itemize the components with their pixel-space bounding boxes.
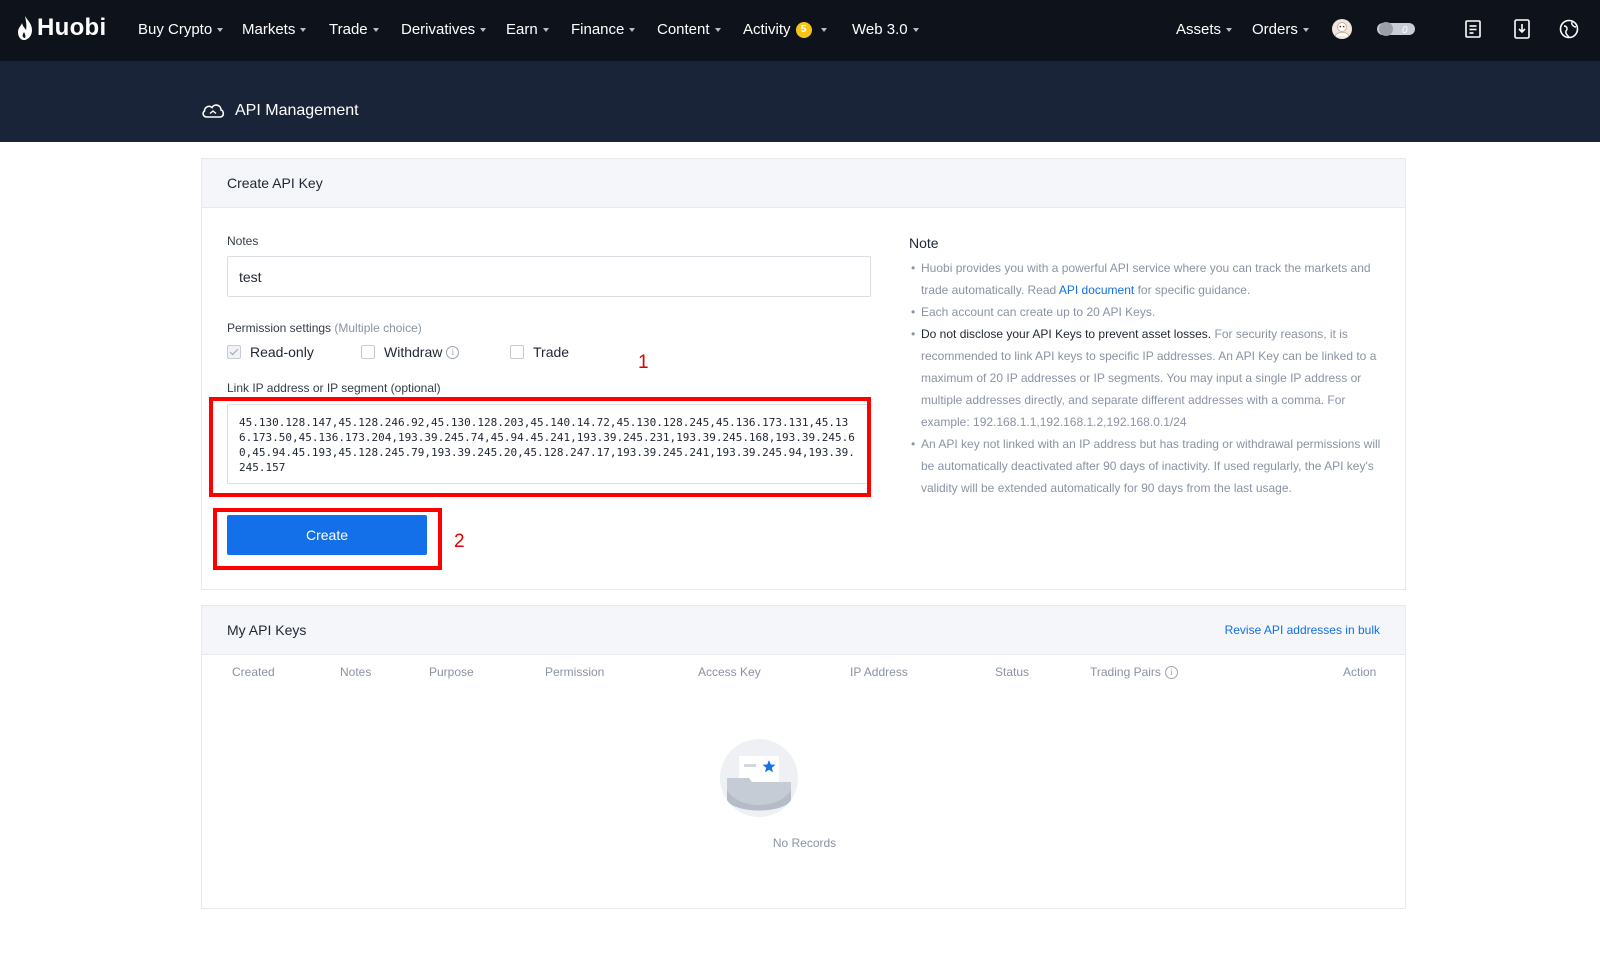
- permission-label-trade: Trade: [533, 344, 570, 360]
- note-item: An API key not linked with an IP address…: [909, 433, 1384, 499]
- note-text: For security reasons, it is recommended …: [921, 327, 1377, 429]
- caret-down-icon: [480, 28, 487, 32]
- checkbox[interactable]: [361, 345, 375, 359]
- column-created: Created: [232, 665, 275, 679]
- nav-assets[interactable]: Assets: [1176, 21, 1233, 38]
- activity-badge: 5: [795, 21, 812, 38]
- nav-label: Orders: [1252, 21, 1298, 38]
- note-item: Do not disclose your API Keys to prevent…: [909, 323, 1384, 433]
- note-warning: Do not disclose your API Keys to prevent…: [921, 327, 1212, 341]
- cloud-icon: [202, 104, 225, 118]
- permission-label-withdraw: Withdraw: [384, 344, 443, 360]
- nav-activity[interactable]: Activity 5: [743, 21, 827, 38]
- brand-name: Huobi: [37, 14, 107, 41]
- note-item: Each account can create up to 20 API Key…: [909, 301, 1384, 323]
- caret-down-icon: [300, 28, 307, 32]
- permission-label: Permission settings (Multiple choice): [227, 321, 422, 335]
- permission-label-read-only: Read-only: [250, 344, 314, 360]
- nav-trade[interactable]: Trade: [329, 21, 379, 38]
- top-navigation: Huobi Buy Crypto Markets Trade Derivativ…: [0, 0, 1600, 61]
- nav-label: Earn: [506, 21, 538, 38]
- nav-label: Finance: [571, 21, 625, 38]
- column-trading-pairs: Trading Pairs i: [1090, 665, 1178, 679]
- orders-list-icon[interactable]: [1462, 18, 1484, 40]
- permission-withdraw[interactable]: Withdraw i: [361, 344, 460, 360]
- ip-label: Link IP address or IP segment (optional): [227, 381, 441, 395]
- caret-down-icon: [1226, 28, 1233, 32]
- avatar-icon[interactable]: [1331, 18, 1353, 40]
- nav-markets[interactable]: Markets: [242, 21, 307, 38]
- nav-derivatives[interactable]: Derivatives: [401, 21, 487, 38]
- permission-read-only[interactable]: Read-only: [227, 344, 314, 360]
- page-title: API Management: [201, 102, 359, 120]
- annotation-number-2: 2: [454, 531, 465, 552]
- empty-folder-icon: [720, 739, 798, 817]
- permission-label-text: Permission settings: [227, 321, 332, 335]
- column-notes: Notes: [340, 665, 372, 679]
- language-icon[interactable]: [1558, 18, 1580, 40]
- nav-web3[interactable]: Web 3.0: [852, 21, 919, 38]
- caret-down-icon: [629, 28, 636, 32]
- caret-down-icon: [714, 28, 721, 32]
- nav-label: Buy Crypto: [138, 21, 213, 38]
- permission-trade[interactable]: Trade: [510, 344, 569, 360]
- notes-label: Notes: [227, 234, 259, 248]
- column-ip-address: IP Address: [850, 665, 908, 679]
- api-document-link[interactable]: API document: [1059, 283, 1134, 297]
- notes-input[interactable]: [227, 256, 871, 297]
- caret-down-icon: [217, 28, 224, 32]
- note-item: Huobi provides you with a powerful API s…: [909, 257, 1384, 301]
- nav-buy-crypto[interactable]: Buy Crypto: [138, 21, 224, 38]
- nav-content[interactable]: Content: [657, 21, 721, 38]
- my-api-keys-card: My API Keys Revise API addresses in bulk…: [201, 605, 1406, 909]
- flame-logo-icon: [18, 16, 32, 40]
- card-header: Create API Key: [202, 159, 1405, 208]
- column-action: Action: [1343, 665, 1377, 679]
- ip-address-textarea[interactable]: 45.130.128.147,45.128.246.92,45.130.128.…: [227, 404, 871, 484]
- info-icon[interactable]: i: [1164, 665, 1178, 679]
- create-api-key-card: Create API Key Notes Permission settings…: [201, 158, 1406, 590]
- empty-state-text: No Records: [772, 836, 837, 850]
- caret-down-icon: [372, 28, 379, 32]
- nav-label: Web 3.0: [852, 21, 908, 38]
- toggle-value: 0: [1402, 25, 1408, 36]
- annotation-number-1: 1: [638, 352, 649, 373]
- nav-finance[interactable]: Finance: [571, 21, 636, 38]
- nav-label: Trade: [329, 21, 368, 38]
- checkbox-checked[interactable]: [227, 345, 241, 359]
- page-banner: API Management: [0, 61, 1600, 142]
- note-title: Note: [909, 235, 939, 251]
- nav-label: Derivatives: [401, 21, 476, 38]
- caret-down-icon: [1302, 28, 1309, 32]
- column-label: Trading Pairs: [1090, 665, 1161, 679]
- note-text: for specific guidance.: [1134, 283, 1251, 297]
- nav-earn[interactable]: Earn: [506, 21, 549, 38]
- info-icon[interactable]: i: [446, 345, 460, 359]
- page-title-text: API Management: [235, 102, 359, 119]
- caret-down-icon: [820, 28, 827, 32]
- nav-label: Assets: [1176, 21, 1222, 38]
- column-access-key: Access Key: [698, 665, 761, 679]
- download-icon[interactable]: [1511, 18, 1533, 40]
- note-list: Huobi provides you with a powerful API s…: [909, 257, 1384, 499]
- column-permission: Permission: [545, 665, 605, 679]
- column-purpose: Purpose: [429, 665, 474, 679]
- create-button[interactable]: Create: [227, 515, 427, 555]
- nav-label: Markets: [242, 21, 296, 38]
- huobi-logo[interactable]: Huobi: [16, 14, 106, 42]
- column-status: Status: [995, 665, 1030, 679]
- nav-orders[interactable]: Orders: [1252, 21, 1309, 38]
- caret-down-icon: [542, 28, 549, 32]
- checkbox[interactable]: [510, 345, 524, 359]
- revise-ip-bulk-link[interactable]: Revise API addresses in bulk: [1225, 623, 1380, 637]
- nav-label: Activity: [743, 21, 791, 38]
- toggle-icon[interactable]: 0: [1376, 18, 1416, 40]
- caret-down-icon: [912, 28, 919, 32]
- permission-hint: (Multiple choice): [334, 321, 422, 335]
- nav-label: Content: [657, 21, 710, 38]
